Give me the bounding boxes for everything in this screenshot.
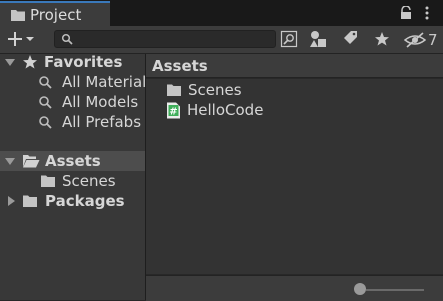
tree-item-favorites[interactable]: Favorites — [0, 52, 145, 72]
star-icon — [23, 55, 37, 69]
asset-item-hellocode[interactable]: # HelloCode — [166, 100, 263, 120]
collapse-arrow-icon[interactable] — [6, 196, 16, 206]
search-icon — [39, 116, 52, 129]
tab-project[interactable]: Project — [0, 1, 110, 26]
tree-item-label: Assets — [45, 152, 101, 170]
tree-item-scenes[interactable]: Scenes — [0, 171, 145, 191]
search-icon — [39, 76, 52, 89]
star-icon — [375, 32, 389, 46]
folder-icon — [167, 84, 181, 96]
asset-item-label: Scenes — [188, 81, 242, 99]
tree-item-label: All Prefabs — [62, 113, 142, 131]
label-icon — [344, 31, 357, 44]
search-input[interactable] — [77, 31, 272, 47]
hidden-packages-toggle[interactable]: 7 — [404, 29, 438, 51]
expand-arrow-icon[interactable] — [5, 57, 15, 67]
folder-icon — [23, 195, 37, 207]
plus-icon — [8, 32, 22, 46]
expand-arrow-icon[interactable] — [5, 156, 15, 166]
lock-icon[interactable] — [399, 6, 413, 20]
chevron-down-icon — [26, 37, 34, 41]
project-toolbar: 7 — [0, 26, 443, 54]
eye-slash-icon — [404, 32, 426, 48]
csharp-script-icon: # — [167, 102, 180, 118]
search-scope-icon — [280, 30, 298, 48]
tree-item-label: Scenes — [62, 172, 116, 190]
folder-open-icon — [23, 155, 40, 168]
hidden-packages-count: 7 — [428, 31, 438, 49]
tree-item-all-models[interactable]: All Models — [0, 92, 145, 112]
kebab-menu-icon[interactable] — [422, 5, 432, 21]
search-icon — [39, 96, 52, 109]
tree-item-label: Favorites — [44, 53, 123, 71]
favorite-button[interactable] — [370, 28, 394, 50]
search-field[interactable] — [54, 30, 276, 48]
asset-item-label: HelloCode — [187, 101, 264, 119]
asset-footer — [146, 275, 443, 301]
svg-text:#: # — [169, 106, 177, 117]
breadcrumb-assets[interactable]: Assets — [152, 57, 208, 75]
folder-tree: Favorites All Material All Models All Pr… — [0, 52, 147, 300]
tree-item-label: All Models — [62, 93, 139, 111]
tree-item-label: Packages — [45, 192, 125, 210]
search-by-type-icon — [310, 31, 326, 47]
asset-item-scenes[interactable]: Scenes — [166, 80, 242, 100]
tree-item-label: All Material — [62, 73, 147, 91]
window-tab-bar: Project — [0, 0, 443, 26]
search-mode-button[interactable] — [277, 28, 301, 50]
search-by-label-button[interactable] — [338, 28, 362, 50]
zoom-slider-handle[interactable] — [354, 283, 366, 295]
tree-item-assets[interactable]: Assets — [0, 151, 145, 171]
folder-icon — [11, 9, 25, 21]
asset-list: Scenes # HelloCode — [146, 79, 443, 274]
search-by-type-button[interactable] — [306, 28, 330, 50]
tree-item-all-prefabs[interactable]: All Prefabs — [0, 112, 145, 132]
tab-label: Project — [30, 5, 82, 24]
tree-item-packages[interactable]: Packages — [0, 191, 145, 211]
breadcrumb: Assets — [146, 54, 443, 78]
create-button[interactable] — [6, 29, 42, 49]
search-icon — [61, 33, 73, 45]
tree-item-all-materials[interactable]: All Material — [0, 72, 147, 92]
folder-icon — [41, 175, 55, 187]
zoom-slider-track[interactable] — [366, 289, 424, 291]
